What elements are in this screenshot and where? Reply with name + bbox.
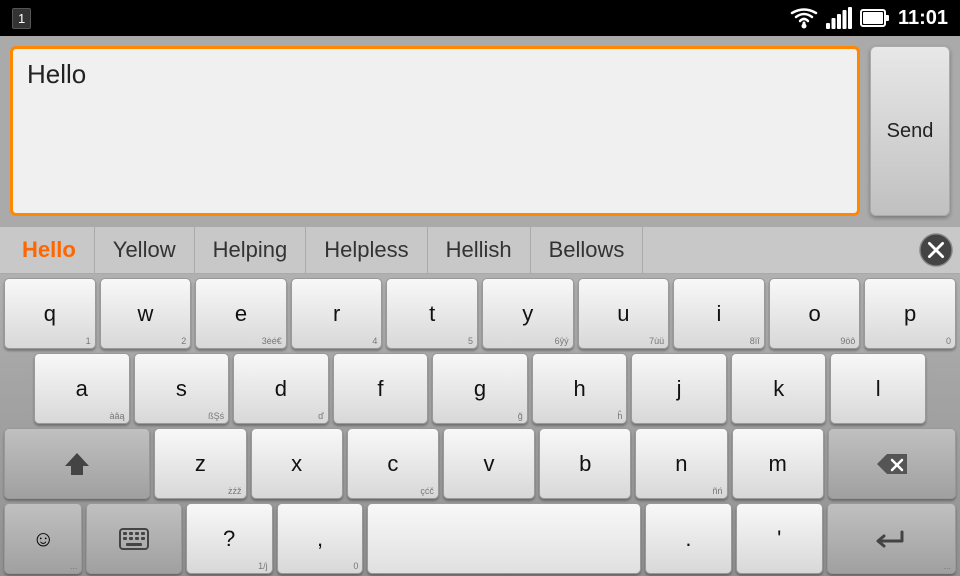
key-z[interactable]: zżźž: [154, 428, 246, 499]
key-n[interactable]: nñń: [635, 428, 727, 499]
keyboard-row-3: zżźž x cçćč v b nñń m: [4, 428, 956, 499]
suggestion-helping[interactable]: Helping: [195, 227, 307, 273]
status-left: 1: [12, 8, 31, 29]
key-a[interactable]: aàâą: [34, 353, 130, 424]
key-shift[interactable]: [4, 428, 150, 499]
key-h[interactable]: hĥ: [532, 353, 628, 424]
key-e[interactable]: e3èé€: [195, 278, 287, 349]
key-keyboard-switch[interactable]: [86, 503, 181, 574]
backspace-icon: [875, 451, 909, 477]
suggestion-bellows[interactable]: Bellows: [531, 227, 644, 273]
key-k[interactable]: k: [731, 353, 827, 424]
key-s[interactable]: sßŞś: [134, 353, 230, 424]
keyboard-icon: [119, 528, 149, 550]
battery-icon: [860, 7, 890, 29]
key-y[interactable]: y6ŷý: [482, 278, 574, 349]
key-emoji[interactable]: ☺ ...: [4, 503, 82, 574]
key-question[interactable]: ? 1/j: [186, 503, 273, 574]
enter-icon: [874, 528, 908, 550]
key-f[interactable]: f: [333, 353, 429, 424]
key-r[interactable]: r4: [291, 278, 383, 349]
signal-icon: [826, 7, 852, 29]
suggestion-close-button[interactable]: [916, 230, 956, 270]
keyboard-row-4: ☺ ... ? 1/j , 0: [4, 503, 956, 574]
key-p[interactable]: p0: [864, 278, 956, 349]
key-l[interactable]: l: [830, 353, 926, 424]
status-right: 11:01: [790, 7, 948, 30]
wifi-icon: [790, 7, 818, 29]
notification-icon: 1: [12, 8, 31, 29]
key-j[interactable]: j: [631, 353, 727, 424]
key-v[interactable]: v: [443, 428, 535, 499]
key-backspace[interactable]: [828, 428, 956, 499]
key-space[interactable]: [367, 503, 641, 574]
suggestion-yellow[interactable]: Yellow: [95, 227, 195, 273]
message-input[interactable]: Hello: [10, 46, 860, 216]
suggestion-helpless[interactable]: Helpless: [306, 227, 427, 273]
key-d[interactable]: dď: [233, 353, 329, 424]
key-m[interactable]: m: [732, 428, 824, 499]
key-w[interactable]: w2: [100, 278, 192, 349]
key-t[interactable]: t5: [386, 278, 478, 349]
key-o[interactable]: o9öô: [769, 278, 861, 349]
key-comma[interactable]: , 0: [277, 503, 364, 574]
key-q[interactable]: q1: [4, 278, 96, 349]
key-x[interactable]: x: [251, 428, 343, 499]
key-enter[interactable]: ...: [827, 503, 956, 574]
send-button[interactable]: Send: [870, 46, 950, 216]
key-apostrophe[interactable]: ': [736, 503, 823, 574]
key-period[interactable]: .: [645, 503, 732, 574]
keyboard-row-1: q1 w2 e3èé€ r4 t5 y6ŷý u7ùü i8ïî o9öô p0: [4, 278, 956, 349]
key-u[interactable]: u7ùü: [578, 278, 670, 349]
keyboard-row-2: aàâą sßŞś dď f gğ hĥ j k l: [4, 353, 956, 424]
input-area: Hello Send: [0, 36, 960, 226]
clock: 11:01: [898, 7, 948, 30]
suggestion-hello[interactable]: Hello: [4, 227, 95, 273]
shift-icon: [63, 450, 91, 478]
key-g[interactable]: gğ: [432, 353, 528, 424]
key-i[interactable]: i8ïî: [673, 278, 765, 349]
key-b[interactable]: b: [539, 428, 631, 499]
suggestion-hellish[interactable]: Hellish: [428, 227, 531, 273]
status-bar: 1 11:01: [0, 0, 960, 36]
suggestions-bar: Hello Yellow Helping Helpless Hellish Be…: [0, 226, 960, 274]
keyboard: q1 w2 e3èé€ r4 t5 y6ŷý u7ùü i8ïî o9öô p0…: [0, 274, 960, 576]
key-c[interactable]: cçćč: [347, 428, 439, 499]
